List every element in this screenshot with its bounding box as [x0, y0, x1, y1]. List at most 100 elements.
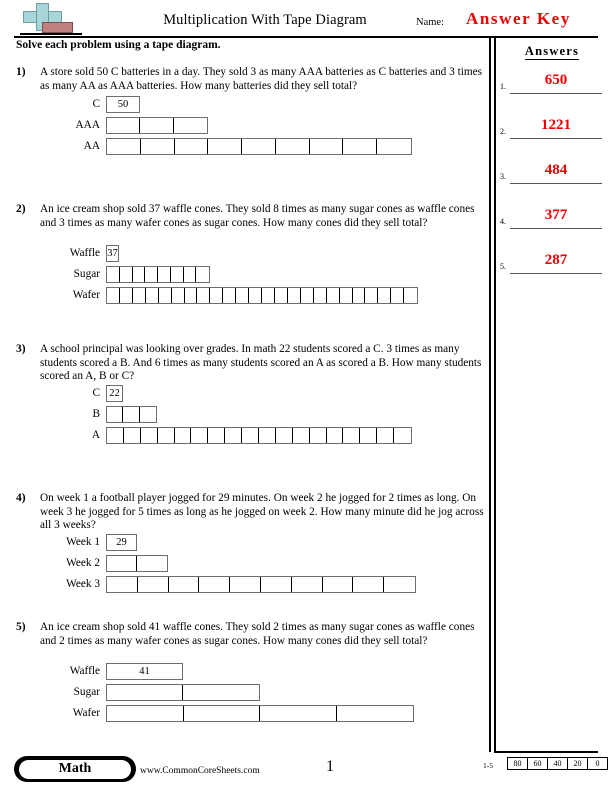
name-label: Name: — [416, 17, 444, 28]
tape-cell — [301, 288, 314, 303]
answers-panel: Answers 1. 650 2. 1221 3. 484 4. 377 5. 287 — [498, 38, 612, 752]
tape-cell — [146, 288, 159, 303]
grading-scale-box: 40 — [547, 757, 568, 770]
tape-cell — [394, 428, 411, 443]
problem-text: A school principal was looking over grad… — [40, 343, 482, 383]
tape-bar: 41 — [106, 663, 183, 680]
problem-text: An ice cream shop sold 37 waffle cones. … — [40, 203, 475, 229]
tape-bar — [106, 684, 260, 701]
tape-cell — [141, 139, 175, 154]
answer-row-line — [510, 228, 602, 229]
tape-cell — [158, 267, 171, 282]
tape-cell-value: 50 — [117, 99, 129, 110]
problem-text: A store sold 50 C batteries in a day. Th… — [40, 66, 483, 92]
tape-cell — [378, 288, 392, 303]
logo-book — [42, 22, 73, 33]
grading-scale-box: 0 — [587, 757, 608, 770]
logo-shelf — [20, 33, 82, 35]
tape-bar — [106, 138, 412, 155]
tape-cell — [107, 139, 141, 154]
tape-cell — [223, 288, 237, 303]
tape-cell — [210, 288, 224, 303]
tape-cell — [123, 407, 140, 422]
answer-row-number: 2. — [500, 127, 506, 136]
tape-cell — [169, 577, 200, 592]
worksheet-title: Multiplication With Tape Diagram — [163, 12, 367, 28]
tape-cell — [353, 288, 366, 303]
answer-row-value: 287 — [544, 252, 568, 268]
problem-number: 5) — [16, 621, 26, 633]
answer-row-number: 3. — [500, 172, 506, 181]
subject-badge: Math — [14, 756, 136, 782]
tape-cell — [365, 288, 379, 303]
tape-row-label: C — [92, 387, 100, 399]
site-url: www.CommonCoreSheets.com — [140, 766, 260, 776]
answer-row: 1. 650 — [498, 71, 608, 97]
tape-cell — [120, 288, 133, 303]
answer-row: 4. 377 — [498, 206, 608, 232]
tape-row-label: B — [92, 408, 100, 420]
tape-row-label: AA — [83, 140, 100, 152]
grading-scale-box: 60 — [527, 757, 548, 770]
answer-row-value: 1221 — [541, 117, 571, 133]
answer-row-number: 1. — [500, 82, 506, 91]
tape-bar — [106, 117, 208, 134]
tape-cell — [404, 288, 417, 303]
tape-cell — [124, 428, 141, 443]
tape-row-label: Waffle — [69, 665, 100, 677]
answer-column-divider-right — [494, 38, 496, 752]
tape-cell — [107, 685, 183, 700]
tape-cell — [208, 428, 226, 443]
tape-bar: 29 — [106, 534, 137, 551]
tape-cell — [107, 428, 124, 443]
tape-cell — [262, 288, 275, 303]
tape-bar: 37 — [106, 245, 119, 262]
grading-scale-boxes: 80 60 40 20 0 — [507, 757, 608, 770]
tape-bar — [106, 427, 412, 444]
tape-cell — [242, 428, 260, 443]
tape-bar: 22 — [106, 385, 123, 402]
tape-cell — [384, 577, 415, 592]
tape-cell — [293, 428, 310, 443]
tape-cell — [107, 577, 138, 592]
tape-cell — [327, 288, 340, 303]
tape-bar: 50 — [106, 96, 140, 113]
tape-cell — [185, 288, 198, 303]
tape-cell — [377, 139, 411, 154]
answer-row-line — [510, 138, 602, 139]
tape-bar — [106, 406, 157, 423]
problem-text: An ice cream shop sold 41 waffle cones. … — [40, 621, 475, 647]
tape-row-label: Wafer — [72, 707, 100, 719]
tape-cell — [288, 288, 301, 303]
tape-cell — [137, 556, 167, 571]
tape-cell — [377, 428, 395, 443]
tape-cell — [249, 288, 263, 303]
tape-cell — [133, 288, 146, 303]
answer-row-number: 5. — [500, 262, 506, 271]
tape-cell — [242, 139, 276, 154]
tape-cell — [230, 577, 261, 592]
answer-row: 5. 287 — [498, 251, 608, 277]
tape-bar — [106, 576, 416, 593]
tape-cell — [107, 267, 120, 282]
tape-cell — [360, 428, 378, 443]
answers-heading-text: Answers — [524, 44, 580, 60]
tape-cell — [191, 428, 209, 443]
tape-cell — [120, 267, 133, 282]
answer-row: 2. 1221 — [498, 116, 608, 142]
tape-cell — [343, 428, 361, 443]
tape-cell — [158, 428, 175, 443]
tape-cell — [340, 288, 353, 303]
grading-scale-label: 1-5 — [483, 761, 493, 770]
page-number: 1 — [326, 758, 334, 775]
tape-row-label: Week 3 — [66, 578, 100, 590]
tape-cell-value: 37 — [107, 248, 118, 259]
tape-cell — [236, 288, 250, 303]
tape-row-label: C — [92, 98, 100, 110]
tape-cell — [292, 577, 323, 592]
grading-scale-box: 80 — [507, 757, 528, 770]
tape-cell — [107, 706, 184, 721]
tape-cell-value: 29 — [116, 537, 127, 548]
problem-number: 4) — [16, 492, 26, 504]
tape-bar — [106, 705, 414, 722]
